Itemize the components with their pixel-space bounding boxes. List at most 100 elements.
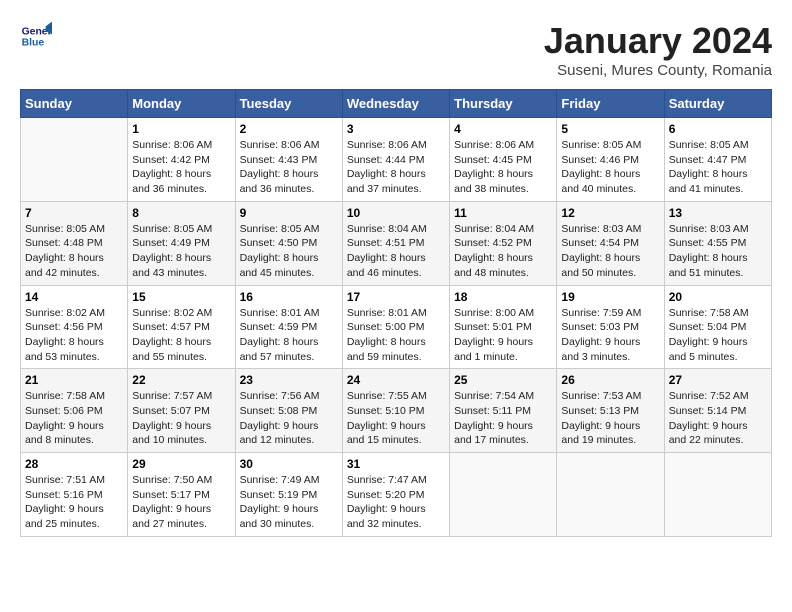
table-row: 17 Sunrise: 8:01 AMSunset: 5:00 PMDayligh… [342, 285, 449, 369]
day-info: Sunrise: 8:06 AMSunset: 4:42 PMDaylight:… [132, 138, 230, 197]
day-info: Sunrise: 7:58 AMSunset: 5:04 PMDaylight:… [669, 306, 767, 365]
day-info: Sunrise: 8:02 AMSunset: 4:57 PMDaylight:… [132, 306, 230, 365]
day-number: 27 [669, 373, 767, 387]
day-number: 10 [347, 206, 445, 220]
table-row: 23 Sunrise: 7:56 AMSunset: 5:08 PMDayligh… [235, 369, 342, 453]
table-row: 10Sunrise: 8:04 AMSunset: 4:51 PMDayligh… [342, 201, 449, 285]
table-row: 26 Sunrise: 7:53 AMSunset: 5:13 PMDayligh… [557, 369, 664, 453]
day-number: 12 [561, 206, 659, 220]
day-info: Sunrise: 7:54 AMSunset: 5:11 PMDaylight:… [454, 389, 552, 448]
table-row: 20 Sunrise: 7:58 AMSunset: 5:04 PMDayligh… [664, 285, 771, 369]
day-info: Sunrise: 8:05 AMSunset: 4:49 PMDaylight:… [132, 222, 230, 281]
table-row: 7 Sunrise: 8:05 AMSunset: 4:48 PMDaylight… [21, 201, 128, 285]
day-info: Sunrise: 7:50 AMSunset: 5:17 PMDaylight:… [132, 473, 230, 532]
day-number: 8 [132, 206, 230, 220]
table-row [21, 118, 128, 202]
table-row: 24Sunrise: 7:55 AMSunset: 5:10 PMDayligh… [342, 369, 449, 453]
header-friday: Friday [557, 90, 664, 118]
day-info: Sunrise: 8:06 AMSunset: 4:45 PMDaylight:… [454, 138, 552, 197]
day-info: Sunrise: 7:51 AMSunset: 5:16 PMDaylight:… [25, 473, 123, 532]
calendar-week-row: 7 Sunrise: 8:05 AMSunset: 4:48 PMDaylight… [21, 201, 772, 285]
table-row: 8 Sunrise: 8:05 AMSunset: 4:49 PMDaylight… [128, 201, 235, 285]
title-area: January 2024 Suseni, Mures County, Roman… [544, 20, 772, 79]
day-number: 28 [25, 457, 123, 471]
day-info: Sunrise: 8:05 AMSunset: 4:50 PMDaylight:… [240, 222, 338, 281]
calendar-table: Sunday Monday Tuesday Wednesday Thursday… [20, 89, 772, 537]
day-number: 23 [240, 373, 338, 387]
day-info: Sunrise: 8:01 AMSunset: 5:00 PMDaylight:… [347, 306, 445, 365]
day-info: Sunrise: 8:00 AMSunset: 5:01 PMDaylight:… [454, 306, 552, 365]
logo-icon: General Blue [20, 20, 52, 52]
table-row [557, 453, 664, 537]
day-info: Sunrise: 8:03 AMSunset: 4:54 PMDaylight:… [561, 222, 659, 281]
table-row: 28 Sunrise: 7:51 AMSunset: 5:16 PMDayligh… [21, 453, 128, 537]
day-info: Sunrise: 8:02 AMSunset: 4:56 PMDaylight:… [25, 306, 123, 365]
day-number: 20 [669, 290, 767, 304]
header-saturday: Saturday [664, 90, 771, 118]
day-number: 6 [669, 122, 767, 136]
table-row: 4 Sunrise: 8:06 AMSunset: 4:45 PMDaylight… [450, 118, 557, 202]
day-info: Sunrise: 7:55 AMSunset: 5:10 PMDaylight:… [347, 389, 445, 448]
header-sunday: Sunday [21, 90, 128, 118]
table-row: 30 Sunrise: 7:49 AMSunset: 5:19 PMDayligh… [235, 453, 342, 537]
day-info: Sunrise: 8:01 AMSunset: 4:59 PMDaylight:… [240, 306, 338, 365]
table-row: 29 Sunrise: 7:50 AMSunset: 5:17 PMDayligh… [128, 453, 235, 537]
table-row: 12 Sunrise: 8:03 AMSunset: 4:54 PMDayligh… [557, 201, 664, 285]
day-number: 30 [240, 457, 338, 471]
day-number: 26 [561, 373, 659, 387]
day-info: Sunrise: 8:06 AMSunset: 4:44 PMDaylight:… [347, 138, 445, 197]
day-info: Sunrise: 7:47 AMSunset: 5:20 PMDaylight:… [347, 473, 445, 532]
day-info: Sunrise: 8:06 AMSunset: 4:43 PMDaylight:… [240, 138, 338, 197]
table-row: 1 Sunrise: 8:06 AMSunset: 4:42 PMDaylight… [128, 118, 235, 202]
calendar-header-row: Sunday Monday Tuesday Wednesday Thursday… [21, 90, 772, 118]
logo: General Blue [20, 20, 52, 52]
day-number: 3 [347, 122, 445, 136]
day-number: 18 [454, 290, 552, 304]
table-row: 3 Sunrise: 8:06 AMSunset: 4:44 PMDaylight… [342, 118, 449, 202]
day-info: Sunrise: 7:53 AMSunset: 5:13 PMDaylight:… [561, 389, 659, 448]
table-row: 11 Sunrise: 8:04 AMSunset: 4:52 PMDayligh… [450, 201, 557, 285]
table-row: 18 Sunrise: 8:00 AMSunset: 5:01 PMDayligh… [450, 285, 557, 369]
day-number: 22 [132, 373, 230, 387]
day-info: Sunrise: 8:04 AMSunset: 4:52 PMDaylight:… [454, 222, 552, 281]
day-number: 1 [132, 122, 230, 136]
table-row: 15 Sunrise: 8:02 AMSunset: 4:57 PMDayligh… [128, 285, 235, 369]
day-number: 7 [25, 206, 123, 220]
month-title: January 2024 [544, 20, 772, 62]
day-info: Sunrise: 8:03 AMSunset: 4:55 PMDaylight:… [669, 222, 767, 281]
day-number: 14 [25, 290, 123, 304]
day-info: Sunrise: 7:49 AMSunset: 5:19 PMDaylight:… [240, 473, 338, 532]
table-row: 13 Sunrise: 8:03 AMSunset: 4:55 PMDayligh… [664, 201, 771, 285]
table-row: 31Sunrise: 7:47 AMSunset: 5:20 PMDayligh… [342, 453, 449, 537]
day-number: 19 [561, 290, 659, 304]
page-header: General Blue January 2024 Suseni, Mures … [20, 20, 772, 79]
table-row: 5Sunrise: 8:05 AMSunset: 4:46 PMDaylight… [557, 118, 664, 202]
day-info: Sunrise: 7:57 AMSunset: 5:07 PMDaylight:… [132, 389, 230, 448]
table-row: 6 Sunrise: 8:05 AMSunset: 4:47 PMDaylight… [664, 118, 771, 202]
day-info: Sunrise: 7:56 AMSunset: 5:08 PMDaylight:… [240, 389, 338, 448]
day-info: Sunrise: 8:05 AMSunset: 4:48 PMDaylight:… [25, 222, 123, 281]
day-info: Sunrise: 8:05 AMSunset: 4:47 PMDaylight:… [669, 138, 767, 197]
table-row: 14 Sunrise: 8:02 AMSunset: 4:56 PMDayligh… [21, 285, 128, 369]
header-tuesday: Tuesday [235, 90, 342, 118]
day-number: 11 [454, 206, 552, 220]
day-info: Sunrise: 7:59 AMSunset: 5:03 PMDaylight:… [561, 306, 659, 365]
table-row: 19 Sunrise: 7:59 AMSunset: 5:03 PMDayligh… [557, 285, 664, 369]
table-row: 9 Sunrise: 8:05 AMSunset: 4:50 PMDaylight… [235, 201, 342, 285]
table-row: 21 Sunrise: 7:58 AMSunset: 5:06 PMDayligh… [21, 369, 128, 453]
table-row: 27 Sunrise: 7:52 AMSunset: 5:14 PMDayligh… [664, 369, 771, 453]
day-number: 9 [240, 206, 338, 220]
day-number: 25 [454, 373, 552, 387]
calendar-week-row: 21 Sunrise: 7:58 AMSunset: 5:06 PMDayligh… [21, 369, 772, 453]
day-info: Sunrise: 7:52 AMSunset: 5:14 PMDaylight:… [669, 389, 767, 448]
day-number: 15 [132, 290, 230, 304]
table-row [664, 453, 771, 537]
day-number: 13 [669, 206, 767, 220]
day-info: Sunrise: 7:58 AMSunset: 5:06 PMDaylight:… [25, 389, 123, 448]
day-number: 29 [132, 457, 230, 471]
table-row: 2Sunrise: 8:06 AMSunset: 4:43 PMDaylight… [235, 118, 342, 202]
day-number: 17 [347, 290, 445, 304]
table-row: 25 Sunrise: 7:54 AMSunset: 5:11 PMDayligh… [450, 369, 557, 453]
day-number: 4 [454, 122, 552, 136]
day-number: 21 [25, 373, 123, 387]
